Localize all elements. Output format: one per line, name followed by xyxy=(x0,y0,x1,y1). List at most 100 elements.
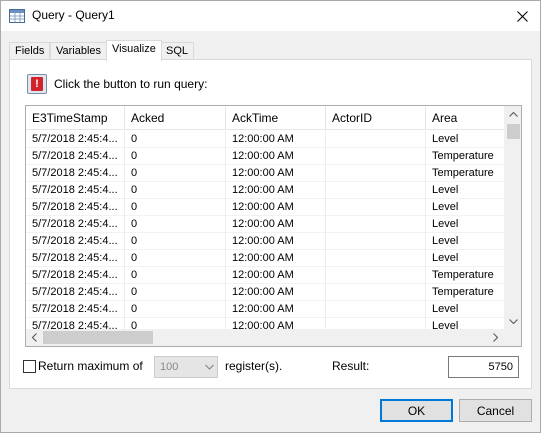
table-cell: 0 xyxy=(125,233,226,250)
table-cell: 5/7/2018 2:45:4... xyxy=(26,182,125,199)
table-row[interactable]: 5/7/2018 2:45:4... 0 12:00:00 AM Temperatur… xyxy=(26,267,504,284)
table-cell: 12:00:00 AM xyxy=(226,182,326,199)
table-cell: Level xyxy=(432,303,459,315)
table-cell: 0 xyxy=(125,250,226,267)
return-max-label: Return maximum of xyxy=(38,359,143,373)
result-count-field: 5750 xyxy=(448,356,519,378)
tab-visualize[interactable]: Visualize xyxy=(106,40,162,61)
close-button[interactable] xyxy=(504,1,540,31)
table-cell xyxy=(326,216,426,233)
table-cell: 0 xyxy=(125,301,226,318)
column-header[interactable]: Area xyxy=(426,106,504,130)
table-cell xyxy=(326,301,426,318)
result-label: Result: xyxy=(332,359,370,373)
table-row[interactable]: 5/7/2018 2:45:4... 0 12:00:00 AM Level xyxy=(26,250,504,267)
alert-run-icon: ! xyxy=(31,77,43,91)
table-cell: 5/7/2018 2:45:4... xyxy=(26,250,125,267)
table-cell: 12:00:00 AM xyxy=(226,233,326,250)
table-cell xyxy=(326,131,426,148)
options-row: Return maximum of 100 register(s). Resul… xyxy=(23,356,523,378)
table-row[interactable]: 5/7/2018 2:45:4... 0 12:00:00 AM Temperatur… xyxy=(26,284,504,301)
table-cell xyxy=(326,284,426,301)
run-query-label: Click the button to run query: xyxy=(54,77,208,91)
query-window-icon xyxy=(9,9,25,23)
table-cell: 12:00:00 AM xyxy=(226,250,326,267)
table-cell: 0 xyxy=(125,148,226,165)
column-header[interactable]: ActorID xyxy=(326,106,426,130)
table-cell: Level xyxy=(432,218,459,230)
horizontal-scroll-thumb[interactable] xyxy=(43,331,153,344)
visualize-panel: ! Click the button to run query: E3TimeS… xyxy=(9,59,532,389)
table-cell: 5/7/2018 2:45:4... xyxy=(26,148,125,165)
ok-button[interactable]: OK xyxy=(380,399,453,422)
column-header[interactable]: Acked xyxy=(125,106,226,130)
tab-strip: Fields Variables Visualize SQL xyxy=(9,40,529,61)
table-cell: 12:00:00 AM xyxy=(226,284,326,301)
scroll-right-icon[interactable] xyxy=(487,329,504,346)
table-cell: 12:00:00 AM xyxy=(226,131,326,148)
table-cell: Temperature xyxy=(432,269,494,281)
table-row[interactable]: 5/7/2018 2:45:4... 0 12:00:00 AM Level xyxy=(26,301,504,318)
horizontal-scrollbar[interactable] xyxy=(26,329,504,346)
table-row[interactable]: 5/7/2018 2:45:4... 0 12:00:00 AM Temperatur… xyxy=(26,165,504,182)
query-dialog: Query - Query1 Fields Variables Visualiz… xyxy=(0,0,541,433)
table-cell: Temperature xyxy=(432,167,494,179)
table-cell: 5/7/2018 2:45:4... xyxy=(26,267,125,284)
scroll-down-icon[interactable] xyxy=(505,313,521,330)
max-records-select[interactable]: 100 xyxy=(154,356,218,378)
table-cell: 0 xyxy=(125,131,226,148)
table-cell: 0 xyxy=(125,165,226,182)
return-max-checkbox[interactable] xyxy=(23,360,36,373)
column-header[interactable]: AckTime xyxy=(226,106,326,130)
grid-header: E3TimeStamp Acked AckTime ActorID Area xyxy=(26,106,504,130)
table-row[interactable]: 5/7/2018 2:45:4... 0 12:00:00 AM Temperatur… xyxy=(26,148,504,165)
scroll-left-icon[interactable] xyxy=(26,329,43,346)
table-cell: 12:00:00 AM xyxy=(226,199,326,216)
table-row[interactable]: 5/7/2018 2:45:4... 0 12:00:00 AM Level xyxy=(26,216,504,233)
scroll-corner xyxy=(504,329,521,346)
run-query-button[interactable]: ! xyxy=(27,74,47,94)
vertical-scroll-thumb[interactable] xyxy=(507,124,520,139)
table-cell xyxy=(326,267,426,284)
table-cell: Temperature xyxy=(432,286,494,298)
title-bar: Query - Query1 xyxy=(1,1,540,31)
table-cell: 0 xyxy=(125,267,226,284)
table-cell xyxy=(326,233,426,250)
table-row[interactable]: 5/7/2018 2:45:4... 0 12:00:00 AM Level xyxy=(26,233,504,250)
results-grid[interactable]: E3TimeStamp Acked AckTime ActorID Area 5… xyxy=(25,105,522,347)
registers-label: register(s). xyxy=(225,359,283,373)
grid-body: 5/7/2018 2:45:4... 0 12:00:00 AM Level 5/7/2… xyxy=(26,131,504,330)
table-cell: 12:00:00 AM xyxy=(226,148,326,165)
table-cell xyxy=(326,182,426,199)
column-header[interactable]: E3TimeStamp xyxy=(26,106,125,130)
table-cell xyxy=(326,148,426,165)
table-cell: Level xyxy=(432,252,459,264)
table-cell: 5/7/2018 2:45:4... xyxy=(26,284,125,301)
table-row[interactable]: 5/7/2018 2:45:4... 0 12:00:00 AM Level xyxy=(26,199,504,216)
close-icon xyxy=(516,10,528,22)
table-cell xyxy=(326,165,426,182)
max-records-value: 100 xyxy=(160,361,179,373)
chevron-down-icon xyxy=(205,362,214,375)
table-cell: Level xyxy=(432,184,459,196)
table-cell: 12:00:00 AM xyxy=(226,165,326,182)
table-cell: 5/7/2018 2:45:4... xyxy=(26,199,125,216)
table-cell xyxy=(326,199,426,216)
table-cell: 12:00:00 AM xyxy=(226,216,326,233)
table-cell: 5/7/2018 2:45:4... xyxy=(26,301,125,318)
table-cell: 5/7/2018 2:45:4... xyxy=(26,233,125,250)
table-cell: 5/7/2018 2:45:4... xyxy=(26,216,125,233)
table-cell xyxy=(326,250,426,267)
table-cell: 12:00:00 AM xyxy=(226,267,326,284)
vertical-scrollbar[interactable] xyxy=(504,106,521,330)
table-cell: Level xyxy=(432,235,459,247)
window-title: Query - Query1 xyxy=(32,8,115,22)
table-row[interactable]: 5/7/2018 2:45:4... 0 12:00:00 AM Level xyxy=(26,182,504,199)
table-row[interactable]: 5/7/2018 2:45:4... 0 12:00:00 AM Level xyxy=(26,131,504,148)
cancel-button[interactable]: Cancel xyxy=(459,399,532,422)
scroll-up-icon[interactable] xyxy=(505,106,521,123)
table-cell: 0 xyxy=(125,199,226,216)
table-cell: 5/7/2018 2:45:4... xyxy=(26,131,125,148)
table-cell: Temperature xyxy=(432,150,494,162)
table-cell: 0 xyxy=(125,216,226,233)
